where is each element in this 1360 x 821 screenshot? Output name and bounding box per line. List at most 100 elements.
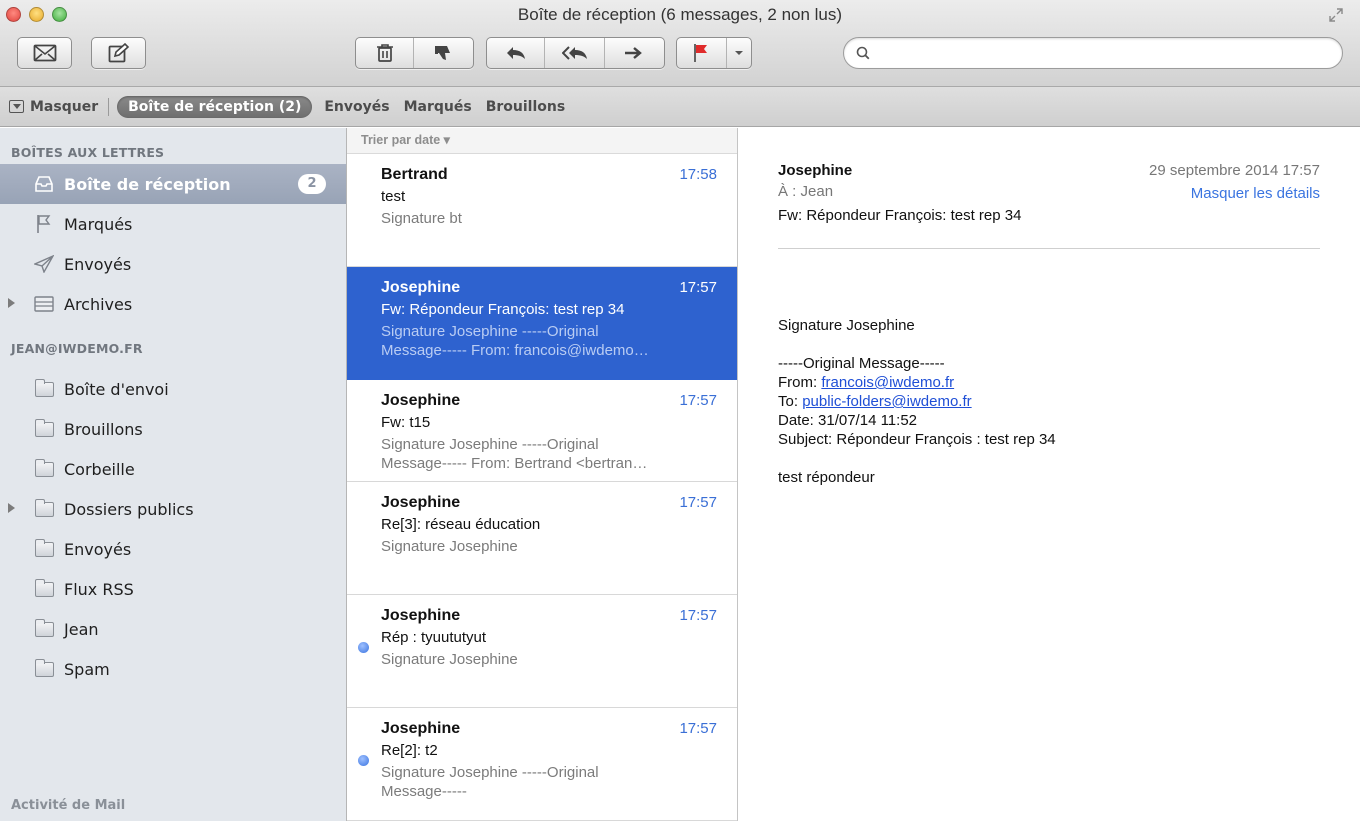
fullscreen-icon[interactable]	[1328, 7, 1344, 23]
favorite-drafts[interactable]: Brouillons	[486, 99, 565, 115]
message-list: Trier par date ▾ Bertrand 17:58 test Sig…	[347, 128, 738, 821]
folder-icon	[34, 658, 54, 678]
sidebar-item-outbox[interactable]: Boîte d'envoi	[0, 369, 346, 409]
unread-indicator-icon	[358, 642, 369, 653]
message-row-unread[interactable]: Josephine 17:57 Rép : tyuututyut Signatu…	[347, 595, 737, 708]
forward-icon	[625, 47, 643, 59]
sidebar-item-label: Envoyés	[64, 254, 132, 274]
message-sender: Josephine	[381, 607, 461, 624]
reply-icon	[506, 47, 525, 59]
disclosure-triangle-icon[interactable]	[8, 503, 15, 513]
message-subject: test	[381, 188, 406, 205]
message-date: 29 septembre 2014 17:57	[1149, 162, 1320, 179]
sidebar-item-jean[interactable]: Jean	[0, 609, 346, 649]
original-to-line: To: public-folders@iwdemo.fr	[778, 393, 972, 410]
sidebar-item-label: Envoyés	[64, 539, 132, 559]
message-time: 17:57	[679, 607, 717, 624]
sidebar-item-inbox[interactable]: Boîte de réception 2	[0, 164, 346, 204]
sidebar-item-flagged[interactable]: Marqués	[0, 204, 346, 244]
reply-group	[486, 37, 665, 69]
message-sender: Josephine	[381, 494, 461, 511]
flag-group	[676, 37, 752, 69]
disclosure-triangle-icon[interactable]	[8, 298, 15, 308]
sidebar-item-rss[interactable]: Flux RSS	[0, 569, 346, 609]
folder-icon	[34, 538, 54, 558]
reply-button[interactable]	[487, 38, 546, 68]
from-email-link[interactable]: francois@iwdemo.fr	[821, 374, 954, 391]
sidebar-item-sent[interactable]: Envoyés	[0, 244, 346, 284]
sidebar-item-label: Flux RSS	[64, 579, 134, 599]
body-signature: Signature Josephine	[778, 317, 915, 334]
body-text: test répondeur	[778, 469, 875, 486]
get-mail-button[interactable]	[17, 37, 72, 69]
sidebar-item-drafts[interactable]: Brouillons	[0, 409, 346, 449]
reply-all-button[interactable]	[545, 38, 605, 68]
sidebar-item-label: Corbeille	[64, 459, 135, 479]
sidebar-item-label: Archives	[64, 294, 133, 314]
folder-icon	[34, 578, 54, 598]
hide-details-link[interactable]: Masquer les détails	[1191, 185, 1320, 202]
paper-plane-icon	[34, 255, 54, 273]
flag-button[interactable]	[677, 38, 727, 68]
unread-indicator-icon	[358, 755, 369, 766]
message-sender: Bertrand	[381, 166, 448, 183]
sidebar-item-archives[interactable]: Archives	[0, 284, 346, 324]
message-preview: Signature Josephine -----Original Messag…	[381, 764, 599, 800]
section-account: JEAN@IWDEMO.FR	[11, 341, 143, 356]
envelope-icon	[18, 38, 71, 68]
message-row-unread[interactable]: Josephine 17:57 Re[2]: t2 Signature Jose…	[347, 708, 737, 821]
message-time: 17:57	[679, 720, 717, 737]
sidebar-item-public-folders[interactable]: Dossiers publics	[0, 489, 346, 529]
chevron-down-icon	[734, 51, 743, 55]
search-icon	[856, 46, 870, 60]
flag-icon	[34, 215, 54, 233]
sort-by-date-button[interactable]: Trier par date ▾	[347, 128, 737, 154]
folder-icon	[34, 418, 54, 438]
search-field[interactable]	[843, 37, 1343, 69]
favorite-inbox[interactable]: Boîte de réception (2)	[117, 95, 313, 118]
sidebar-item-label: Boîte d'envoi	[64, 379, 169, 399]
compose-icon	[92, 38, 145, 68]
red-flag-icon	[694, 44, 708, 62]
message-time: 17:57	[679, 392, 717, 409]
message-row[interactable]: Josephine 17:57 Fw: t15 Signature Joseph…	[347, 380, 737, 482]
search-input[interactable]	[876, 38, 1342, 68]
message-time: 17:58	[679, 166, 717, 183]
favorite-flagged[interactable]: Marqués	[404, 99, 472, 115]
message-preview: Signature Josephine -----Original Messag…	[381, 436, 648, 472]
message-row-selected[interactable]: Josephine 17:57 Fw: Répondeur François: …	[347, 267, 737, 380]
message-preview: Signature bt	[381, 210, 462, 227]
mail-activity-label[interactable]: Activité de Mail	[0, 791, 346, 821]
message-subject: Fw: t15	[381, 414, 431, 431]
sidebar: BOÎTES AUX LETTRES Boîte de réception 2 …	[0, 128, 347, 821]
sidebar-item-trash[interactable]: Corbeille	[0, 449, 346, 489]
hide-mailboxes-button[interactable]: Masquer	[9, 99, 98, 115]
delete-button[interactable]	[356, 38, 415, 68]
inbox-icon	[34, 175, 54, 193]
reply-all-icon	[561, 46, 587, 60]
toolbar: Boîte de réception (6 messages, 2 non lu…	[0, 0, 1360, 87]
flag-menu-button[interactable]	[727, 38, 751, 68]
section-mailboxes: BOÎTES AUX LETTRES	[11, 145, 165, 160]
sidebar-item-label: Marqués	[64, 214, 133, 234]
sidebar-item-sent-folder[interactable]: Envoyés	[0, 529, 346, 569]
favorite-sent[interactable]: Envoyés	[324, 99, 389, 115]
message-time: 17:57	[679, 279, 717, 296]
junk-button[interactable]	[414, 38, 473, 68]
original-subject-line: Subject: Répondeur François : test rep 3…	[778, 431, 1056, 448]
message-preview: Signature Josephine	[381, 651, 518, 668]
trash-icon	[376, 44, 393, 62]
forward-button[interactable]	[605, 38, 664, 68]
reading-pane: Josephine 29 septembre 2014 17:57 À : Je…	[739, 128, 1360, 821]
to-email-link[interactable]: public-folders@iwdemo.fr	[802, 393, 971, 410]
message-to: À : Jean	[778, 183, 834, 200]
sidebar-item-spam[interactable]: Spam	[0, 649, 346, 689]
message-from: Josephine	[778, 162, 853, 179]
message-sender: Josephine	[381, 720, 461, 737]
message-subject-header: Fw: Répondeur François: test rep 34	[778, 207, 1022, 224]
message-row[interactable]: Josephine 17:57 Re[3]: réseau éducation …	[347, 482, 737, 595]
compose-button[interactable]	[91, 37, 146, 69]
message-row[interactable]: Bertrand 17:58 test Signature bt	[347, 154, 737, 267]
sidebar-item-label: Brouillons	[64, 419, 143, 439]
favorites-bar: Masquer Boîte de réception (2) Envoyés M…	[0, 87, 1360, 127]
